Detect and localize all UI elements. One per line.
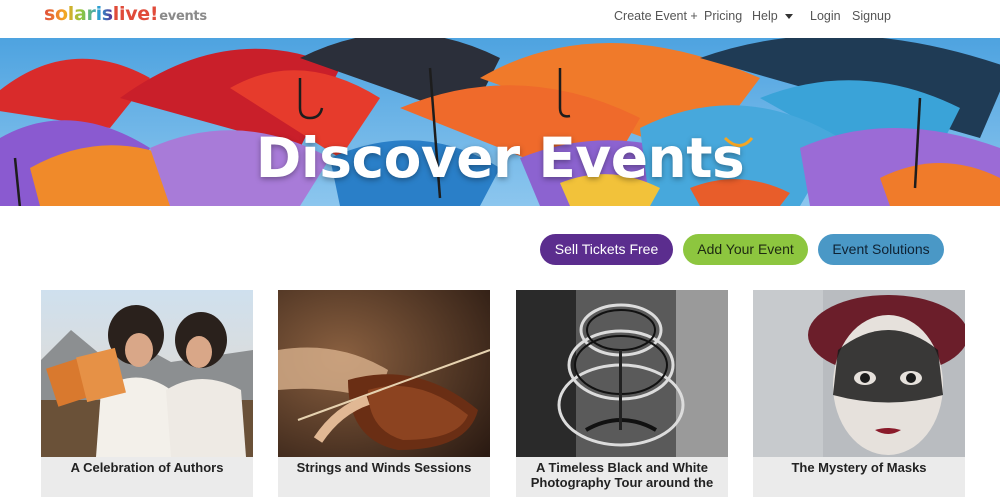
event-title: A Celebration of Authors <box>41 457 253 497</box>
event-title: Strings and Winds Sessions <box>278 457 490 497</box>
event-image-strings <box>278 290 490 457</box>
sell-tickets-button[interactable]: Sell Tickets Free <box>540 234 673 265</box>
nav-pricing[interactable]: Pricing <box>704 9 742 23</box>
event-title: A Timeless Black and White Photography T… <box>516 457 728 497</box>
event-card[interactable]: The Mystery of Masks <box>753 290 965 497</box>
event-image-mask <box>753 290 965 457</box>
nav-help-label: Help <box>752 9 778 23</box>
nav-login[interactable]: Login <box>810 9 841 23</box>
nav-signup[interactable]: Signup <box>852 9 891 23</box>
solarislive-logo[interactable]: solarislive!events <box>44 3 207 25</box>
hero-banner: Discover Events <box>0 38 1000 206</box>
logo-events-text: events <box>159 9 207 24</box>
chevron-down-icon <box>784 14 793 20</box>
logo-solaris-text: solaris <box>44 3 113 25</box>
nav-help[interactable]: Help <box>752 9 793 23</box>
event-solutions-button[interactable]: Event Solutions <box>818 234 944 265</box>
event-card[interactable]: A Celebration of Authors <box>41 290 253 497</box>
event-image-authors <box>41 290 253 457</box>
logo-live-text: live! <box>112 3 159 25</box>
add-event-button[interactable]: Add Your Event <box>683 234 808 265</box>
event-title: The Mystery of Masks <box>753 457 965 497</box>
hero-title: Discover Events <box>255 126 745 190</box>
event-card[interactable]: Strings and Winds Sessions <box>278 290 490 497</box>
nav-create-event[interactable]: Create Event + <box>614 9 698 23</box>
event-image-staircase <box>516 290 728 457</box>
top-header: solarislive!events Create Event + Pricin… <box>0 0 1000 38</box>
event-card[interactable]: A Timeless Black and White Photography T… <box>516 290 728 497</box>
